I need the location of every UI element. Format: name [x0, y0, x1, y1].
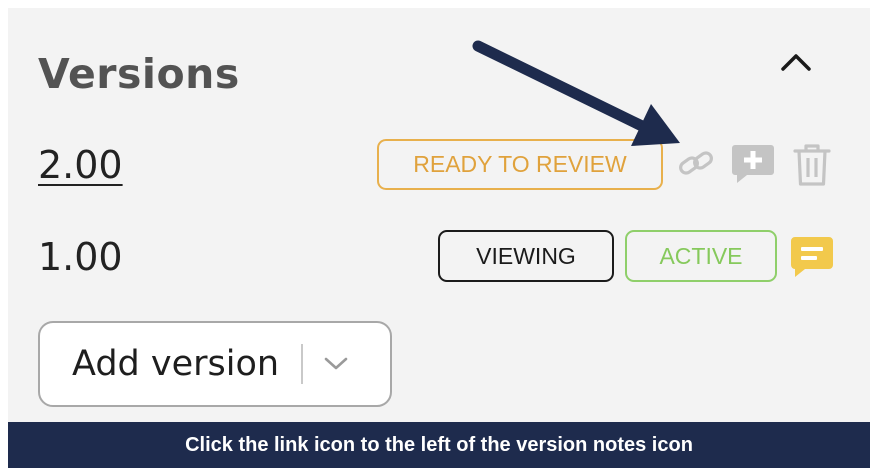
- chevron-up-icon: [781, 54, 811, 71]
- panel-title: Versions: [38, 50, 240, 98]
- collapse-button[interactable]: [778, 48, 814, 76]
- status-badge-active: ACTIVE: [625, 230, 777, 282]
- status-badge-viewing: VIEWING: [438, 230, 614, 282]
- version-number-link[interactable]: 2.00: [38, 143, 123, 187]
- add-note-icon[interactable]: [728, 141, 778, 187]
- add-version-button[interactable]: Add version: [38, 321, 392, 407]
- add-version-label: Add version: [72, 344, 280, 384]
- chevron-down-icon[interactable]: [323, 356, 349, 372]
- instruction-text: Click the link icon to the left of the v…: [185, 433, 693, 456]
- trash-icon[interactable]: [790, 141, 834, 189]
- version-notes-icon[interactable]: [788, 234, 836, 280]
- version-number: 1.00: [38, 235, 123, 279]
- status-badge-ready-to-review: READY TO REVIEW: [377, 139, 663, 190]
- button-divider: [301, 344, 304, 384]
- instruction-banner: Click the link icon to the left of the v…: [8, 422, 870, 468]
- link-icon[interactable]: [674, 144, 718, 184]
